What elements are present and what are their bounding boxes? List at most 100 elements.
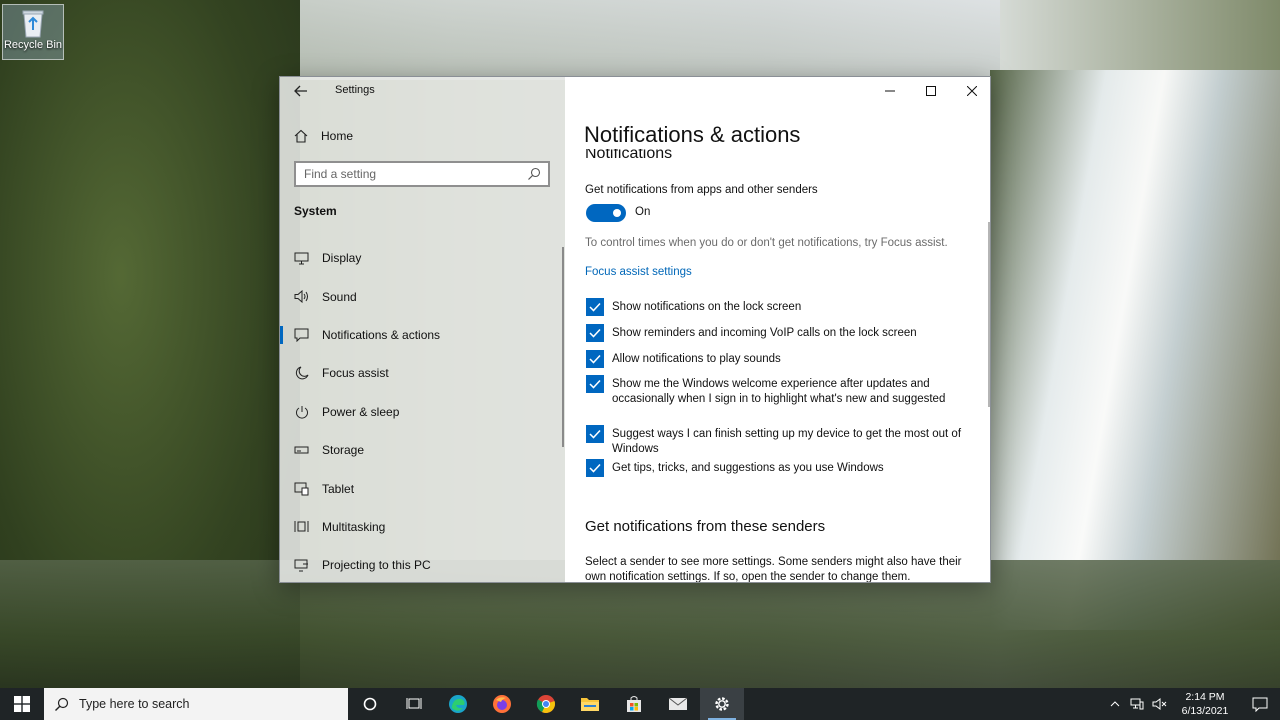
network-button[interactable] (1126, 688, 1148, 720)
sidebar-item-focus-assist[interactable]: Focus assist (280, 354, 565, 392)
sidebar-item-storage[interactable]: Storage (280, 431, 565, 469)
checkmark-icon (589, 379, 601, 389)
setting-search-box[interactable] (294, 161, 550, 187)
sidebar-scrollbar[interactable] (562, 247, 564, 447)
network-icon (1130, 698, 1144, 710)
checkbox-suggest-setup[interactable]: Suggest ways I can finish setting up my … (586, 425, 966, 457)
notifications-section-heading: Notifications (585, 149, 673, 161)
home-label: Home (321, 129, 354, 143)
maximize-button[interactable] (910, 77, 951, 105)
checkmark-icon (589, 328, 601, 338)
home-icon (294, 129, 308, 143)
checkbox-welcome-experience[interactable]: Show me the Windows welcome experience a… (586, 375, 966, 407)
home-nav-item[interactable]: Home (294, 126, 353, 146)
checkbox-play-sounds[interactable]: Allow notifications to play sounds (586, 350, 966, 368)
firefox-taskbar-button[interactable] (480, 688, 524, 720)
checkmark-icon (589, 302, 601, 312)
checkbox-lock-screen[interactable]: Show notifications on the lock screen (586, 298, 966, 316)
sidebar-item-label: Multitasking (322, 519, 386, 534)
minimize-button[interactable] (869, 77, 910, 105)
checkbox-tips-tricks[interactable]: Get tips, tricks, and suggestions as you… (586, 459, 966, 477)
sidebar-item-label: Storage (322, 443, 365, 458)
store-bag-icon (627, 696, 641, 712)
sidebar-item-label: Sound (322, 289, 357, 304)
sidebar-item-display[interactable]: Display (280, 239, 565, 277)
taskbar-clock[interactable]: 2:14 PM 6/13/2021 (1170, 690, 1240, 718)
search-icon (528, 167, 541, 180)
recycle-bin-shortcut[interactable]: Recycle Bin (2, 4, 64, 60)
display-icon (294, 251, 309, 266)
checkbox-label: Show notifications on the lock screen (612, 301, 802, 313)
toggle-state-label: On (635, 206, 651, 218)
settings-window: Settings Home System Display Sound (279, 76, 991, 583)
gear-icon (715, 697, 729, 711)
content-scrollbar[interactable] (988, 222, 990, 407)
sidebar-item-power-sleep[interactable]: Power & sleep (280, 393, 565, 431)
store-taskbar-button[interactable] (612, 688, 656, 720)
system-tray: 2:14 PM 6/13/2021 (1104, 688, 1280, 720)
notifications-icon (294, 327, 309, 342)
settings-sidebar: Settings Home System Display Sound (280, 77, 565, 582)
sidebar-item-label: Power & sleep (322, 404, 400, 419)
taskbar-search-box[interactable] (44, 688, 348, 720)
sound-icon (294, 289, 309, 304)
close-icon (966, 86, 977, 96)
focus-assist-settings-link[interactable]: Focus assist settings (585, 265, 692, 280)
sidebar-item-projecting[interactable]: Projecting to this PC (280, 546, 565, 582)
checkmark-icon (589, 354, 601, 364)
page-title: Notifications & actions (584, 122, 801, 147)
checkbox-checked[interactable] (586, 425, 604, 443)
action-center-button[interactable] (1240, 688, 1280, 720)
checkbox-label: Show reminders and incoming VoIP calls o… (612, 327, 917, 339)
wallpaper-waterfall (990, 70, 1280, 630)
chrome-taskbar-button[interactable] (524, 688, 568, 720)
close-button[interactable] (951, 77, 990, 105)
senders-description: Select a sender to see more settings. So… (585, 556, 962, 583)
recycle-bin-icon (20, 8, 46, 38)
tablet-icon (294, 481, 309, 496)
mail-taskbar-button[interactable] (656, 688, 700, 720)
back-button[interactable] (290, 81, 312, 101)
taskbar-search-input[interactable] (79, 697, 329, 711)
windows-logo-icon (14, 696, 30, 712)
chrome-icon (536, 695, 555, 713)
taskbar: 2:14 PM 6/13/2021 (0, 688, 1280, 720)
cortana-button[interactable] (348, 688, 392, 720)
checkbox-label: Allow notifications to play sounds (612, 353, 781, 365)
sidebar-item-notifications[interactable]: Notifications & actions (280, 316, 565, 354)
sidebar-item-sound[interactable]: Sound (280, 277, 565, 315)
multitasking-icon (294, 519, 309, 534)
chevron-up-icon (1110, 701, 1120, 707)
checkbox-checked[interactable] (586, 350, 604, 368)
senders-heading: Get notifications from these senders (585, 518, 826, 535)
setting-search-input[interactable] (304, 166, 524, 182)
checkbox-checked[interactable] (586, 375, 604, 393)
checkbox-checked[interactable] (586, 459, 604, 477)
system-group-heading: System (294, 204, 337, 218)
show-hidden-icons-button[interactable] (1104, 688, 1126, 720)
volume-muted-icon (1152, 698, 1166, 710)
task-view-button[interactable] (392, 688, 436, 720)
settings-taskbar-button[interactable] (700, 688, 744, 720)
title-bar: Settings (280, 77, 565, 105)
checkbox-reminders-voip[interactable]: Show reminders and incoming VoIP calls o… (586, 324, 966, 342)
sidebar-item-label: Projecting to this PC (322, 558, 431, 573)
checkbox-checked[interactable] (586, 298, 604, 316)
get-notifications-label: Get notifications from apps and other se… (585, 184, 818, 196)
edge-browser-icon (449, 695, 467, 713)
checkmark-icon (589, 463, 601, 473)
file-explorer-taskbar-button[interactable] (568, 688, 612, 720)
wallpaper-forest (0, 0, 300, 688)
projecting-icon (294, 558, 309, 573)
sidebar-item-tablet[interactable]: Tablet (280, 469, 565, 507)
sidebar-item-multitasking[interactable]: Multitasking (280, 508, 565, 546)
checkmark-icon (589, 429, 601, 439)
start-button[interactable] (0, 688, 44, 720)
edge-taskbar-button[interactable] (436, 688, 480, 720)
checkbox-checked[interactable] (586, 324, 604, 342)
volume-button[interactable] (1148, 688, 1170, 720)
checkbox-label: Show me the Windows welcome experience a… (612, 378, 946, 405)
mail-envelope-icon (668, 697, 688, 710)
notifications-toggle[interactable] (586, 204, 626, 222)
sidebar-item-label: Tablet (322, 481, 355, 496)
